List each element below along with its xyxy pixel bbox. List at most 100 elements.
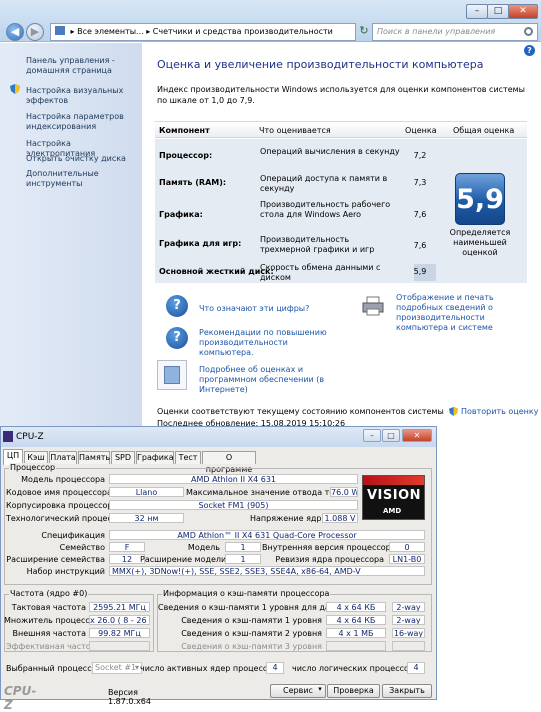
validate-button[interactable]: Проверка [327,684,380,698]
tdp-label: Максимальное значение отвода тепла [186,488,350,497]
ext-model-label: Расширение модели [140,555,227,564]
cpuz-brand: CPU-Z [4,684,37,712]
column-header: Оценка [405,126,437,135]
sidebar-item-disk-cleanup[interactable]: Открыть очистку диска [26,154,138,164]
component-name: Процессор: [159,151,213,160]
base-score-badge: 5,9 [455,173,505,225]
cache-l3-label: Сведения о кэш-памяти 3 уровня [181,642,322,651]
close-button[interactable]: ✕ [402,429,432,442]
tab-about[interactable]: О программе [202,451,256,474]
page-title: Оценка и увеличение производительности к… [157,58,484,71]
instructions-label: Набор инструкций [26,567,105,576]
component-score: 7,3 [413,178,427,187]
tab-bench[interactable]: Тест [175,451,201,464]
close-cpuz-button[interactable]: Закрыть [382,684,432,698]
cpuz-logo-icon [3,431,13,442]
component-name: Графика для игр: [159,239,242,248]
component-score: 7,2 [413,151,427,160]
bus-speed-value: 99.82 МГц [89,628,150,638]
component-name: Основной жесткий диск: [159,267,274,276]
rated-fsb-label: Эффективная частота [6,642,101,651]
logo-band [363,476,424,485]
search-input[interactable]: Поиск в панели управления [372,23,538,41]
sidebar-item-indexing[interactable]: Настройка параметров индексирования [26,112,138,132]
tab-graphics[interactable]: Графика [136,451,174,464]
status-text: Оценки соответствуют текущему состоянию … [157,407,444,416]
component-score: 5,9 [413,267,427,276]
cache-l1i-label: Сведения о кэш-памяти 1 уровня [181,616,322,625]
group-label: Процессор [9,463,57,472]
multiplier-label: Множитель процессора [4,616,105,625]
instructions-value: MMX(+), 3DNow!(+), SSE, SSE2, SSE3, SSE4… [109,566,425,576]
explorer-toolbar: – □ ✕ ◀ ▶ ▸ Все элементы... ▸ Счетчики и… [0,0,541,42]
maximize-button[interactable]: □ [487,4,509,19]
model-value: AMD Athlon II X4 631 [109,474,358,484]
cache-l1i-way: 2-way [392,615,425,625]
tools-button-label: Сервис [283,686,313,695]
voltage-label: Напряжение ядра [250,514,327,523]
table-header: Компонент Что оценивается Оценка Общая о… [155,121,527,138]
model-num-value: 1 [225,542,261,552]
cpuz-titlebar[interactable]: CPU-Z – □ ✕ [1,427,436,447]
tips-link[interactable]: Рекомендации по повышению производительн… [199,328,339,358]
breadcrumb-item[interactable]: Счетчики и средства производительности [153,27,333,36]
window-title: CPU-Z [16,432,44,442]
multiplier-value: x 26.0 ( 8 - 26 ) [89,615,150,625]
version-text: Версия 1.87.0.x64 [108,688,151,706]
print-details-link[interactable]: Отображение и печать подробных сведений … [396,293,531,333]
refresh-icon[interactable]: ↻ [357,23,371,41]
component-score: 7,6 [413,210,427,219]
cache-l1i-size: 4 x 64 КБ [326,615,386,625]
threads-label: число логических процессоров [292,664,424,673]
column-header: Общая оценка [453,126,515,135]
family-value: F [109,542,145,552]
processor-select[interactable]: Socket #1 ▾ [92,662,142,674]
search-placeholder: Поиск в панели управления [377,27,496,36]
learn-more-link[interactable]: Подробнее об оценках и программном обесп… [199,365,329,395]
tdp-value: 76.0 W [330,487,358,497]
tab-memory[interactable]: Память [78,451,110,464]
shield-icon [10,84,20,94]
component-desc: Операций вычисления в секунду [260,147,400,156]
spec-label: Спецификация [41,531,105,540]
column-header: Компонент [159,126,210,135]
what-numbers-link[interactable]: Что означают эти цифры? [199,304,309,314]
search-icon [524,27,533,36]
maximize-button[interactable]: □ [382,429,400,442]
spec-value: AMD Athlon™ II X4 631 Quad-Core Processo… [109,530,425,540]
model-num-label: Модель [187,543,220,552]
address-bar[interactable]: ▸ Все элементы... ▸ Счетчики и средства … [50,23,356,41]
active-cores-value: 4 [266,662,284,674]
breadcrumb-item[interactable]: Все элементы... [77,27,144,36]
minimize-button[interactable]: – [363,429,381,442]
performance-index-table: Компонент Что оценивается Оценка Общая о… [155,121,527,283]
tab-spd[interactable]: SPD [111,451,135,464]
component-name: Графика: [159,210,203,219]
chevron-down-icon[interactable]: ▾ [316,684,324,694]
cache-l3-way [392,641,425,651]
ext-model-value: 1 [225,554,261,564]
package-value: Socket FM1 (905) [109,500,358,510]
stepping-value: 0 [389,542,425,552]
back-button[interactable]: ◀ [6,23,24,41]
rerun-assessment-link[interactable]: Повторить оценку [461,407,538,416]
page-description: Индекс производительности Windows исполь… [157,85,525,105]
rated-fsb-value [89,641,150,651]
sidebar-item-advanced-tools[interactable]: Дополнительные инструменты [26,169,138,189]
threads-value: 4 [407,662,425,674]
processor-select-value: Socket #1 [95,663,137,672]
close-button[interactable]: ✕ [508,4,538,19]
sidebar-item-visual-effects[interactable]: Настройка визуальных эффектов [26,86,138,106]
sidebar-item-home[interactable]: Панель управления - домашняя страница [26,56,138,76]
help-icon[interactable]: ? [524,45,535,56]
forward-button[interactable]: ▶ [26,23,44,41]
technology-value: 32 нм [109,513,184,523]
revision-label: Ревизия ядра процессора [275,555,384,564]
cache-l2-label: Сведения о кэш-памяти 2 уровня [181,629,322,638]
minimize-button[interactable]: – [466,4,488,19]
chevron-down-icon: ▾ [134,663,139,672]
logo-text: VISION [367,488,422,503]
voltage-value: 1.088 V [322,513,358,523]
active-cores-label: число активных ядер процессора [140,664,283,673]
cache-l2-size: 4 x 1 МБ [326,628,386,638]
